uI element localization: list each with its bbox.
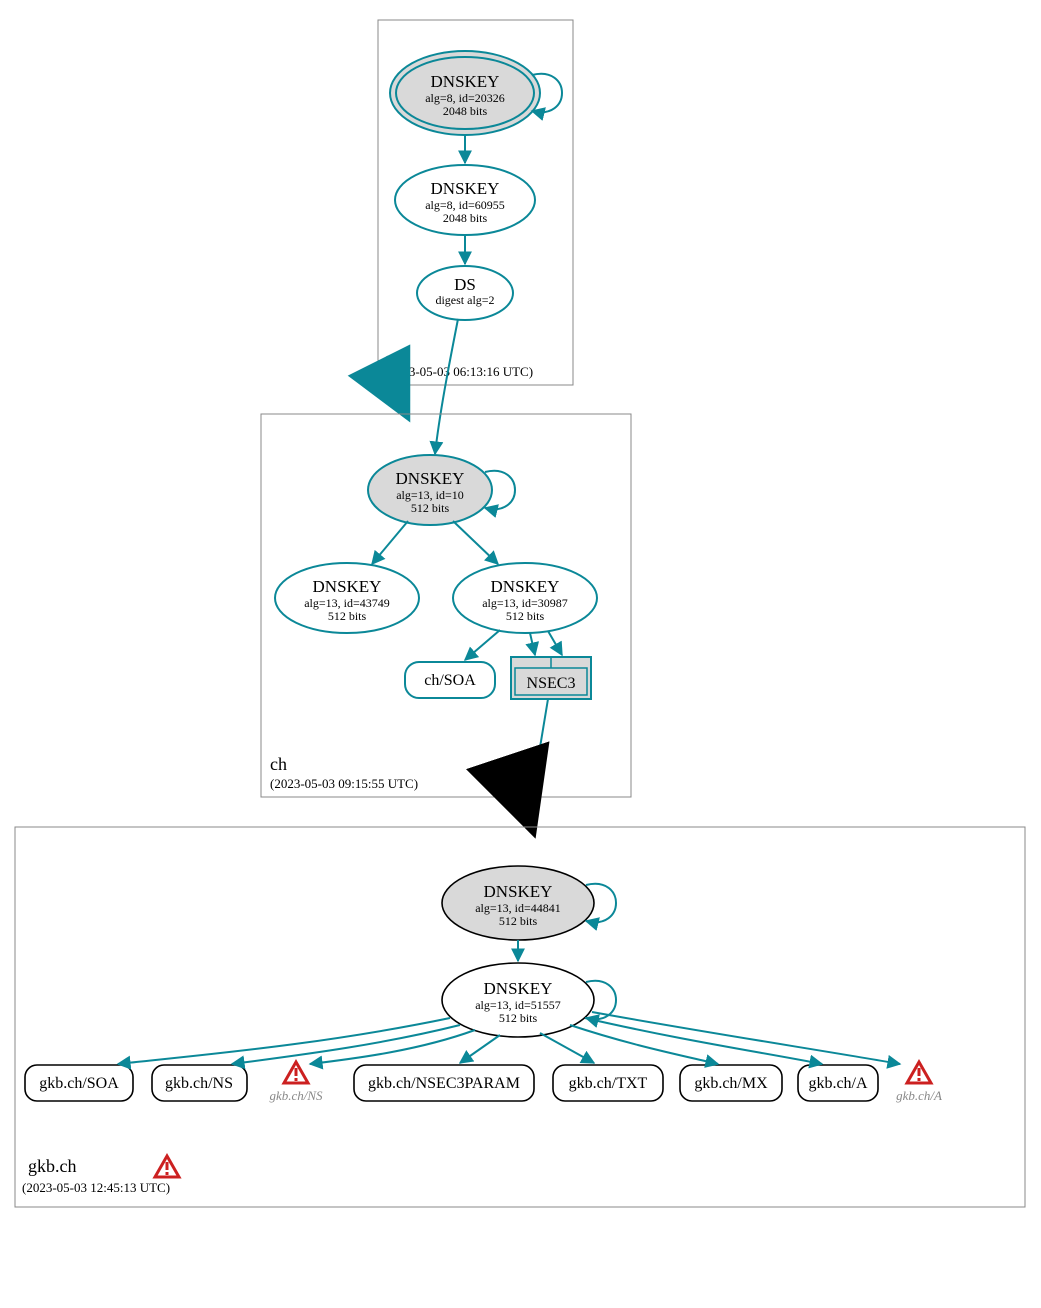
ch-nsec3-node: NSEC3 [511,657,591,699]
edge-zsk-nsec3p [460,1035,500,1063]
root-ds-node: DS digest alg=2 [417,266,513,320]
svg-text:gkb.ch/A: gkb.ch/A [896,1088,942,1103]
warning-icon [284,1062,308,1083]
svg-text:digest alg=2: digest alg=2 [435,293,494,307]
ch-soa-node: ch/SOA [405,662,495,698]
svg-text:alg=13, id=51557: alg=13, id=51557 [475,998,561,1012]
svg-text:alg=13, id=43749: alg=13, id=43749 [304,596,390,610]
gkb-soa-node: gkb.ch/SOA [25,1065,133,1101]
root-ksk-node: DNSKEY alg=8, id=20326 2048 bits [390,51,540,135]
svg-text:DS: DS [454,275,476,294]
ch-zone-time: (2023-05-03 09:15:55 UTC) [270,776,418,791]
gkb-zone-name: gkb.ch [28,1156,77,1176]
svg-text:alg=13, id=30987: alg=13, id=30987 [482,596,568,610]
warning-icon [155,1156,179,1177]
gkb-nsec3param-node: gkb.ch/NSEC3PARAM [354,1065,534,1101]
svg-text:DNSKEY: DNSKEY [491,577,560,596]
svg-text:alg=13, id=44841: alg=13, id=44841 [475,901,561,915]
ch-zsk2-node: DNSKEY alg=13, id=30987 512 bits [453,563,597,633]
gkb-txt-node: gkb.ch/TXT [553,1065,663,1101]
edge-zsk-nswarn [310,1030,475,1064]
svg-text:512 bits: 512 bits [506,609,545,623]
edge-root-to-ch [392,386,404,410]
edge-ch-to-gkb [522,798,530,822]
zone-ch: ch (2023-05-03 09:15:55 UTC) DNSKEY alg=… [261,414,631,797]
svg-text:512 bits: 512 bits [411,501,450,515]
edge-nsec3-down [528,699,548,820]
svg-text:gkb.ch/SOA: gkb.ch/SOA [39,1075,119,1092]
svg-text:512 bits: 512 bits [499,1011,538,1025]
zone-gkb: gkb.ch (2023-05-03 12:45:13 UTC) DNSKEY … [15,827,1025,1207]
warn-gkb-ns: gkb.ch/NS [269,1062,323,1103]
root-zsk-node: DNSKEY alg=8, id=60955 2048 bits [395,165,535,235]
svg-text:NSEC3: NSEC3 [527,675,576,692]
svg-text:alg=8, id=60955: alg=8, id=60955 [425,198,505,212]
svg-text:alg=8, id=20326: alg=8, id=20326 [425,91,505,105]
root-zone-name: . [385,342,390,362]
ch-zone-name: ch [270,754,287,774]
gkb-a-node: gkb.ch/A [798,1065,878,1101]
warn-gkb-a: gkb.ch/A [896,1062,942,1103]
svg-text:DNSKEY: DNSKEY [484,882,553,901]
svg-text:gkb.ch/A: gkb.ch/A [808,1075,868,1092]
svg-text:2048 bits: 2048 bits [443,211,488,225]
svg-text:gkb.ch/MX: gkb.ch/MX [694,1075,768,1092]
svg-text:DNSKEY: DNSKEY [313,577,382,596]
svg-text:DNSKEY: DNSKEY [431,72,500,91]
edge-ds-to-ch-ksk [435,319,458,454]
gkb-ns-node: gkb.ch/NS [152,1065,247,1101]
svg-text:512 bits: 512 bits [328,609,367,623]
gkb-zone-time: (2023-05-03 12:45:13 UTC) [22,1180,170,1195]
svg-text:512 bits: 512 bits [499,914,538,928]
svg-text:gkb.ch/NS: gkb.ch/NS [165,1075,233,1092]
dnssec-graph-svg: . (2023-05-03 06:13:16 UTC) DNSKEY alg=8… [0,0,1041,1308]
ch-zsk1-node: DNSKEY alg=13, id=43749 512 bits [275,563,419,633]
edge-zsk-txt [540,1033,594,1063]
svg-text:gkb.ch/NSEC3PARAM: gkb.ch/NSEC3PARAM [368,1075,520,1092]
ch-ksk-node: DNSKEY alg=13, id=10 512 bits [368,455,492,525]
zone-root: . (2023-05-03 06:13:16 UTC) DNSKEY alg=8… [378,20,573,385]
svg-text:DNSKEY: DNSKEY [396,469,465,488]
gkb-ksk-node: DNSKEY alg=13, id=44841 512 bits [442,866,594,940]
root-zone-time: (2023-05-03 06:13:16 UTC) [385,364,533,379]
edge-zsk-awarn [592,1012,900,1064]
svg-text:alg=13, id=10: alg=13, id=10 [396,488,464,502]
svg-text:2048 bits: 2048 bits [443,104,488,118]
svg-text:ch/SOA: ch/SOA [424,672,476,689]
warning-icon [907,1062,931,1083]
svg-text:DNSKEY: DNSKEY [431,179,500,198]
gkb-mx-node: gkb.ch/MX [680,1065,782,1101]
svg-text:DNSKEY: DNSKEY [484,979,553,998]
svg-text:gkb.ch/TXT: gkb.ch/TXT [569,1075,648,1092]
svg-text:gkb.ch/NS: gkb.ch/NS [269,1088,323,1103]
